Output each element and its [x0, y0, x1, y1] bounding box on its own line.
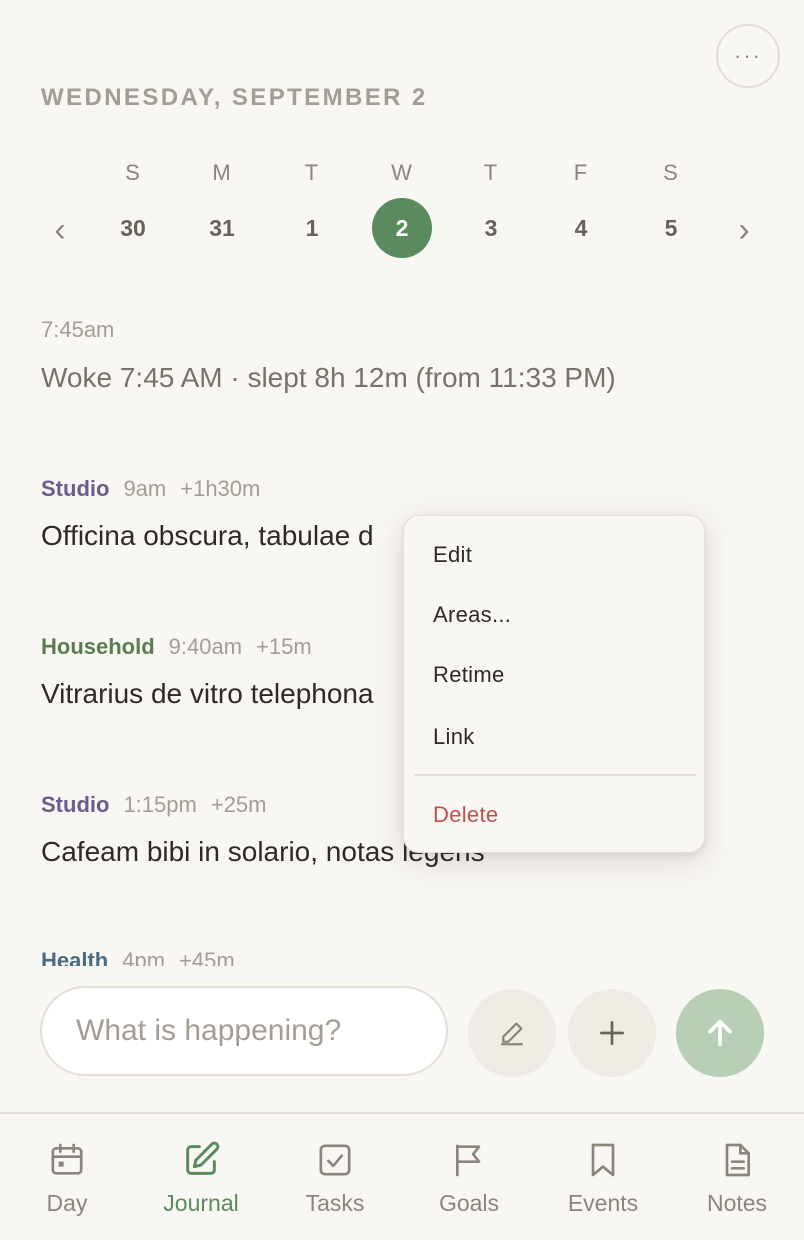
flag-icon — [456, 1144, 481, 1177]
tab-tasks[interactable]: Tasks — [268, 1114, 402, 1240]
menu-item-link[interactable]: Link — [433, 724, 475, 750]
ellipsis-icon: ··· — [734, 43, 762, 68]
menu-item-retime[interactable]: Retime — [433, 662, 505, 688]
tab-day[interactable]: Day — [0, 1114, 134, 1240]
tab-label: Journal — [163, 1190, 239, 1216]
menu-item-delete[interactable]: Delete — [433, 802, 498, 828]
tab-goals[interactable]: Goals — [402, 1114, 536, 1240]
previous-week-button[interactable]: ‹ — [40, 210, 80, 250]
tab-label: Tasks — [305, 1190, 365, 1216]
tab-label: Notes — [706, 1190, 768, 1216]
day-button[interactable]: 3 — [461, 198, 521, 258]
send-button[interactable] — [676, 989, 764, 1077]
weekday-label: S — [663, 160, 679, 185]
tab-label: Goals — [438, 1190, 500, 1216]
plus-icon — [600, 1021, 624, 1045]
entry-time: 4pm — [122, 948, 166, 966]
tab-journal[interactable]: Journal — [134, 1114, 268, 1240]
weekday-label: W — [391, 160, 413, 185]
entry-duration: +1h30m — [180, 476, 261, 501]
entry-text[interactable]: Vitrarius de vitro telephona — [41, 678, 374, 710]
composer — [40, 986, 448, 1076]
entry-context-menu: Edit Areas... Retime Link Delete — [403, 515, 705, 853]
entry-meta: Household 9:40am +15m — [41, 634, 326, 660]
checkbox-icon — [319, 1144, 351, 1176]
add-button[interactable] — [568, 989, 656, 1077]
pencil-icon — [500, 1022, 524, 1046]
tab-notes[interactable]: Notes — [670, 1114, 804, 1240]
entry-time: 9am — [123, 476, 167, 501]
journal-input[interactable] — [76, 1014, 416, 1048]
area-tag[interactable]: Studio — [41, 476, 109, 501]
tab-bar: Day Journal Tasks Goals Events Notes — [0, 1112, 804, 1240]
menu-divider — [414, 774, 696, 776]
weekday-label: T — [304, 160, 320, 185]
entry-time: 9:40am — [168, 634, 243, 659]
entry-time: 1:15pm — [123, 792, 197, 817]
menu-item-edit[interactable]: Edit — [433, 542, 472, 568]
entry-clip: Health 4pm +45m — [0, 940, 804, 966]
day-button[interactable]: 30 — [103, 198, 163, 258]
area-tag[interactable]: Health — [41, 948, 108, 966]
tab-label: Day — [46, 1190, 88, 1216]
area-tag[interactable]: Household — [41, 634, 155, 659]
tab-label: Events — [567, 1190, 639, 1216]
tab-events[interactable]: Events — [536, 1114, 670, 1240]
arrow-up-icon — [708, 1019, 732, 1047]
menu-item-areas[interactable]: Areas... — [433, 602, 511, 628]
week-strip: ‹ S 30 M 31 T 1 W 2 T 3 F 4 S 5 › — [0, 156, 804, 266]
edit-button[interactable] — [468, 989, 556, 1077]
day-button[interactable]: 4 — [551, 198, 611, 258]
entry-meta: Studio 1:15pm +25m — [41, 792, 280, 818]
day-button[interactable]: 1 — [282, 198, 342, 258]
next-week-button[interactable]: › — [724, 210, 764, 250]
day-button[interactable]: 31 — [192, 198, 252, 258]
entry-duration: +25m — [210, 792, 267, 817]
weekday-label: F — [573, 160, 589, 185]
weekday-label: M — [212, 160, 232, 185]
entry-meta: Health 4pm +45m — [41, 948, 249, 966]
weekday-label: T — [483, 160, 499, 185]
document-icon — [725, 1143, 750, 1177]
bookmark-icon — [591, 1143, 615, 1177]
weekday-label: S — [125, 160, 141, 185]
entry-duration: +15m — [256, 634, 312, 659]
entry-duration: +45m — [179, 948, 235, 966]
day-button[interactable]: 5 — [641, 198, 701, 258]
entry-meta: Studio 9am +1h30m — [41, 476, 274, 502]
edit-square-icon — [186, 1141, 220, 1175]
entry-time: 7:45am — [41, 317, 115, 342]
page-title: WEDNESDAY, SEPTEMBER 2 — [41, 84, 428, 111]
calendar-icon — [51, 1143, 83, 1175]
entry-text[interactable]: Officina obscura, tabulae d — [41, 520, 374, 552]
area-tag[interactable]: Studio — [41, 792, 109, 817]
sleep-entry-text[interactable]: Woke 7:45 AM · slept 8h 12m (from 11:33 … — [41, 362, 616, 394]
day-button-selected[interactable]: 2 — [372, 198, 432, 258]
more-options-button[interactable]: ··· — [716, 24, 780, 88]
